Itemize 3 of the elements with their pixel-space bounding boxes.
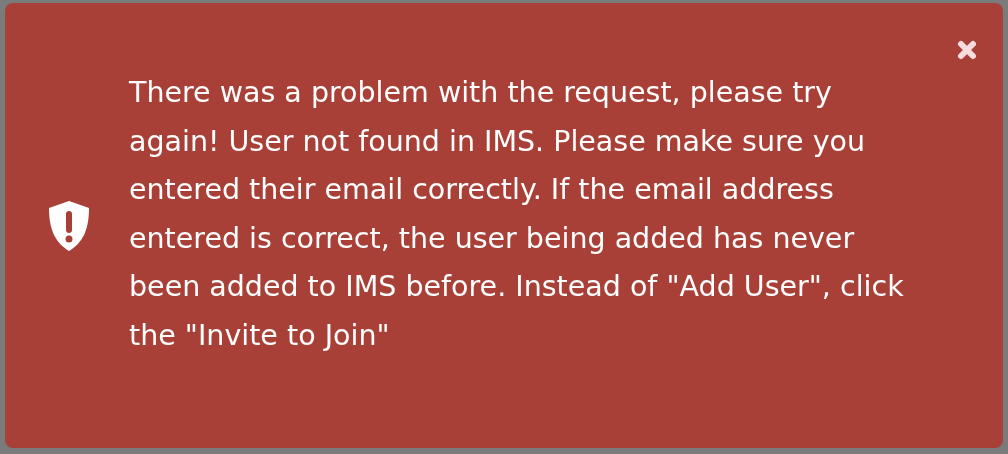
close-button[interactable]: [956, 39, 978, 61]
error-message: There was a problem with the request, please try again! User not found in IMS. Please make sure you entered their email correctly. If the email address entered is correct, the user being added has never been added to IMS before. Instead of "Add User", click the "Invite to Join": [129, 75, 905, 354]
shield-warning-icon: [47, 198, 91, 253]
